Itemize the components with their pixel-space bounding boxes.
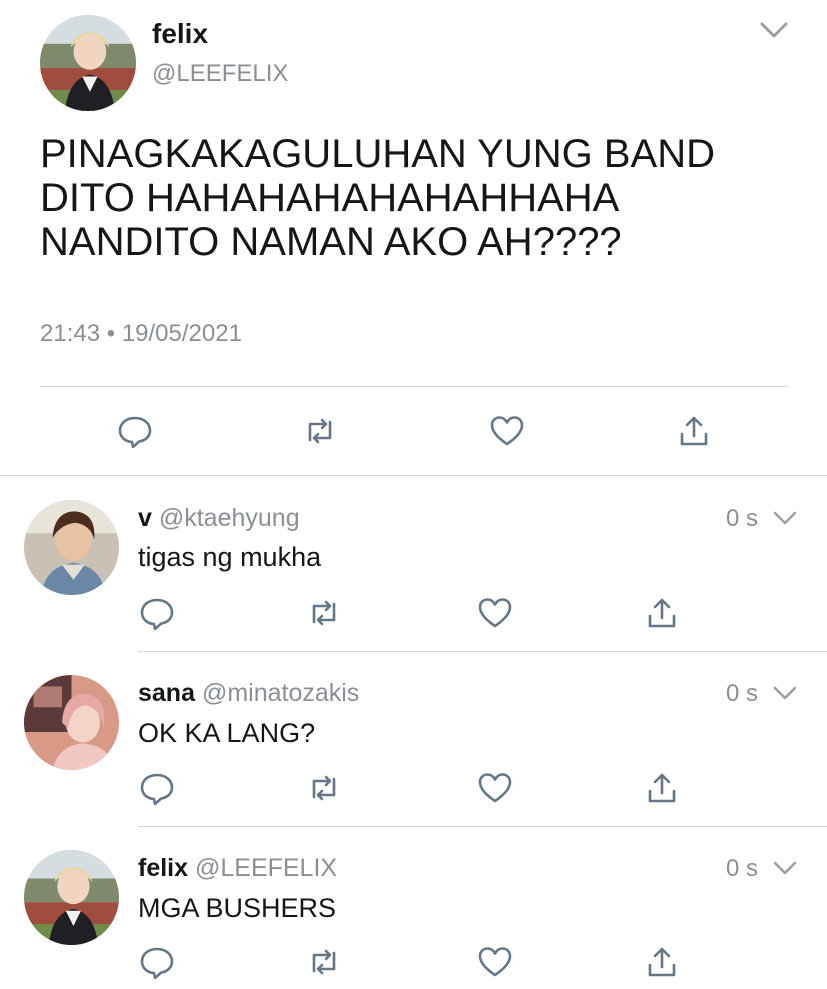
- retweet-icon[interactable]: [306, 945, 342, 979]
- meta-separator: •: [106, 320, 116, 347]
- like-icon[interactable]: [477, 945, 513, 979]
- reply-text: tigas ng mukha: [138, 542, 322, 572]
- reply-name[interactable]: sana: [138, 679, 195, 707]
- reply-time: 0 s: [726, 680, 759, 707]
- reply-handle[interactable]: @LEEFELIX: [195, 854, 337, 882]
- like-icon[interactable]: [477, 771, 513, 805]
- reply-handle[interactable]: @ktaehyung: [159, 504, 300, 532]
- like-icon[interactable]: [477, 596, 513, 630]
- reply-name[interactable]: felix: [138, 854, 188, 882]
- tweet-timestamp: 21:43 • 19/05/2021: [40, 320, 242, 348]
- share-icon[interactable]: [644, 945, 680, 979]
- retweet-icon[interactable]: [306, 596, 342, 630]
- reply-author[interactable]: sana @minatozakis: [138, 679, 359, 708]
- author-name[interactable]: felix: [152, 18, 208, 50]
- reply-text: MGA BUSHERS: [138, 893, 337, 923]
- divider: [40, 386, 788, 387]
- avatar[interactable]: [40, 15, 136, 111]
- reply-name[interactable]: v: [138, 504, 152, 532]
- avatar[interactable]: [24, 500, 119, 595]
- reply-icon[interactable]: [139, 771, 175, 805]
- chevron-down-icon[interactable]: [772, 683, 798, 703]
- chevron-down-icon[interactable]: [758, 18, 790, 42]
- reply-handle[interactable]: @minatozakis: [202, 679, 359, 707]
- divider: [138, 651, 827, 652]
- reply-icon[interactable]: [139, 596, 175, 630]
- tweet-date: 19/05/2021: [121, 320, 242, 347]
- share-icon[interactable]: [676, 414, 712, 448]
- reply-author[interactable]: felix @LEEFELIX: [138, 854, 337, 883]
- share-icon[interactable]: [644, 596, 680, 630]
- chevron-down-icon[interactable]: [772, 508, 798, 528]
- share-icon[interactable]: [644, 771, 680, 805]
- tweet-time: 21:43: [40, 320, 101, 347]
- avatar[interactable]: [24, 675, 119, 770]
- chevron-down-icon[interactable]: [772, 858, 798, 878]
- author-handle[interactable]: @LEEFELIX: [152, 60, 288, 88]
- like-icon[interactable]: [489, 414, 525, 448]
- reply-time: 0 s: [726, 505, 759, 532]
- retweet-icon[interactable]: [306, 771, 342, 805]
- reply-text: OK KA LANG?: [138, 718, 316, 748]
- reply-author[interactable]: v @ktaehyung: [138, 504, 300, 533]
- reply-time: 0 s: [726, 855, 759, 882]
- reply-icon[interactable]: [117, 414, 153, 448]
- section-divider: [0, 475, 827, 476]
- divider: [138, 826, 827, 827]
- avatar[interactable]: [24, 850, 119, 945]
- retweet-icon[interactable]: [302, 414, 338, 448]
- tweet-text: PINAGKAKAGULUHAN YUNG BAND DITO HAHAHAHA…: [40, 132, 715, 264]
- reply-icon[interactable]: [139, 945, 175, 979]
